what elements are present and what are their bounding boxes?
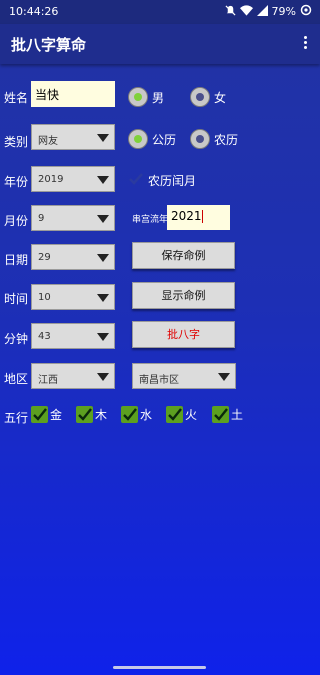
element-label: 金: [50, 408, 63, 422]
leap-month-check-icon: [128, 171, 144, 190]
radio-circle: [190, 129, 210, 149]
text-cursor: [201, 210, 203, 223]
save-case-button[interactable]: 保存命例: [132, 242, 235, 269]
element-checkbox[interactable]: 火: [166, 406, 197, 423]
gender-female-radio[interactable]: 女: [190, 87, 226, 107]
element-label: 土: [231, 408, 244, 422]
month-spinner[interactable]: 9: [31, 205, 115, 231]
nav-gesture-handle[interactable]: [113, 666, 206, 669]
sync-icon: [300, 4, 312, 19]
show-case-button[interactable]: 显示命例: [132, 282, 235, 309]
radio-circle: [128, 129, 148, 149]
check-icon: [76, 406, 93, 423]
check-icon: [166, 406, 183, 423]
calendar-lunar-label: 农历: [214, 132, 239, 147]
district-value: 南昌市区: [139, 375, 179, 386]
hour-label: 时间: [4, 292, 29, 306]
region-label: 地区: [4, 372, 29, 386]
radio-unselected-dot: [196, 93, 204, 101]
gender-male-radio[interactable]: 男: [128, 87, 164, 107]
element-label: 火: [185, 408, 198, 422]
mute-icon: [225, 4, 236, 19]
radio-selected-dot: [134, 93, 142, 101]
category-label: 类别: [4, 135, 29, 149]
leap-month-label: 农历闰月: [148, 174, 197, 188]
signal-icon: [256, 4, 268, 19]
name-label: 姓名: [4, 91, 29, 105]
palace-year-value: 2021: [171, 209, 202, 223]
calendar-solar-label: 公历: [152, 132, 177, 147]
province-value: 江西: [38, 375, 58, 386]
day-value: 29: [38, 252, 51, 263]
app-bar: 批八字算命: [0, 24, 320, 64]
minute-label: 分钟: [4, 332, 29, 346]
check-icon: [121, 406, 138, 423]
day-label: 日期: [4, 253, 29, 267]
five-elements-label: 五行: [4, 411, 29, 425]
calendar-lunar-radio[interactable]: 农历: [190, 129, 238, 149]
dropdown-arrow-icon: [97, 333, 109, 341]
dropdown-arrow-icon: [97, 215, 109, 223]
district-spinner[interactable]: 南昌市区: [132, 363, 236, 389]
leap-month-checkbox[interactable]: 农历闰月: [128, 171, 196, 190]
category-value: 网友: [38, 136, 58, 147]
status-icons: 79%: [225, 4, 312, 19]
element-label: 木: [95, 408, 108, 422]
year-value: 2019: [38, 174, 64, 185]
dropdown-arrow-icon: [97, 134, 109, 142]
radio-circle: [190, 87, 210, 107]
gender-female-label: 女: [214, 90, 227, 105]
palace-label: 串宫流年: [132, 215, 169, 225]
dropdown-arrow-icon: [97, 254, 109, 262]
year-label: 年份: [4, 175, 29, 189]
dropdown-arrow-icon: [97, 176, 109, 184]
name-value: 当快: [35, 88, 60, 102]
hour-value: 10: [38, 292, 51, 303]
radio-circle: [128, 87, 148, 107]
element-checkbox[interactable]: 木: [76, 406, 107, 423]
minute-value: 43: [38, 331, 51, 342]
overflow-menu-icon[interactable]: [304, 36, 308, 52]
minute-spinner[interactable]: 43: [31, 323, 115, 349]
dropdown-arrow-icon: [97, 294, 109, 302]
calendar-solar-radio[interactable]: 公历: [128, 129, 176, 149]
radio-unselected-dot: [196, 135, 204, 143]
dropdown-arrow-icon: [97, 373, 109, 381]
check-icon: [31, 406, 48, 423]
app-title: 批八字算命: [11, 36, 87, 54]
hour-spinner[interactable]: 10: [31, 284, 115, 310]
month-value: 9: [38, 213, 45, 224]
battery-level: 79%: [271, 5, 296, 18]
category-spinner[interactable]: 网友: [31, 124, 115, 150]
status-time: 10:44:26: [9, 5, 59, 18]
month-label: 月份: [4, 214, 29, 228]
element-checkbox[interactable]: 金: [31, 406, 62, 423]
day-spinner[interactable]: 29: [31, 244, 115, 270]
radio-selected-dot: [134, 135, 142, 143]
wifi-icon: [239, 4, 253, 19]
element-checkbox[interactable]: 水: [121, 406, 152, 423]
palace-year-input[interactable]: 2021: [167, 205, 230, 230]
name-input[interactable]: 当快: [31, 81, 115, 107]
dropdown-arrow-icon: [218, 373, 230, 381]
element-checkbox[interactable]: 土: [212, 406, 243, 423]
province-spinner[interactable]: 江西: [31, 363, 115, 389]
calculate-bazi-button[interactable]: 批八字: [132, 321, 235, 348]
year-spinner[interactable]: 2019: [31, 166, 115, 192]
gender-male-label: 男: [152, 90, 165, 105]
status-bar: 10:44:26 79%: [0, 0, 320, 24]
check-icon: [212, 406, 229, 423]
element-label: 水: [140, 408, 153, 422]
